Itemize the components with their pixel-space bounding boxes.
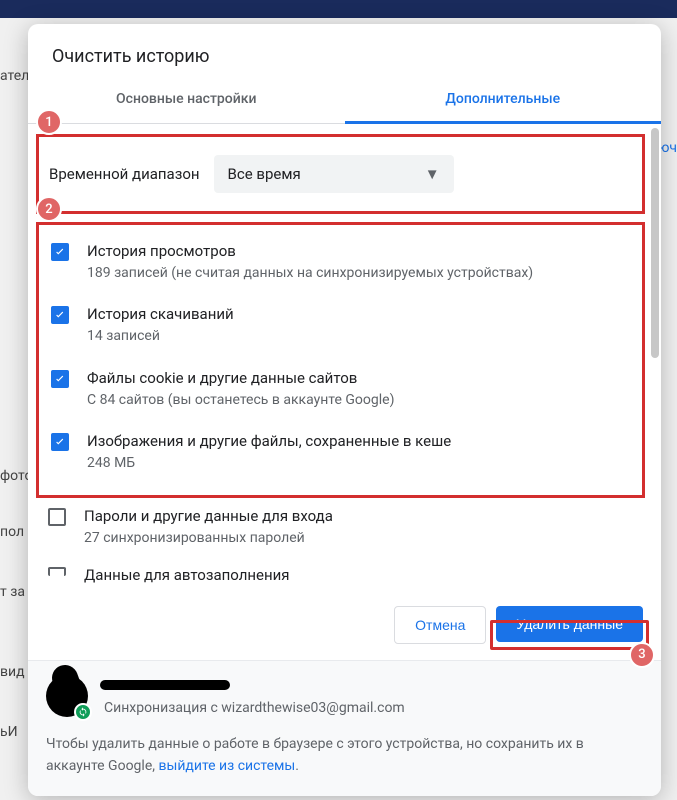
item-title: История скачиваний: [87, 304, 234, 325]
checkbox[interactable]: [51, 370, 69, 388]
window-titlebar: [0, 0, 677, 18]
sign-out-link[interactable]: выйдите из системы: [158, 758, 295, 774]
annotation-badge-3: 3: [629, 642, 655, 668]
time-range-label: Временной диапазон: [49, 165, 200, 183]
item-autofill[interactable]: Данные для автозаполнения: [48, 557, 633, 586]
annotation-badge-1: 1: [36, 109, 62, 135]
checkbox[interactable]: [51, 433, 69, 451]
item-subtitle: 27 синхронизированных паролей: [84, 527, 333, 549]
item-subtitle: 248 МБ: [87, 452, 451, 474]
footer-text: .: [295, 758, 299, 774]
checkbox[interactable]: [51, 243, 69, 261]
dialog-footer: Синхронизация с wizardthewise03@gmail.co…: [28, 660, 661, 796]
chevron-down-icon: ▼: [425, 165, 440, 183]
bg-text: вид: [0, 664, 25, 680]
item-title: Данные для автозаполнения: [84, 565, 290, 586]
bg-text: пол: [0, 524, 24, 540]
footer-text: Чтобы удалить данные о работе в браузере…: [46, 736, 584, 774]
footer-note: Чтобы удалить данные о работе в браузере…: [46, 733, 643, 778]
time-range-row: Временной диапазон Все время ▼: [36, 134, 645, 214]
clear-history-dialog: Очистить историю Основные настройки Допо…: [28, 24, 661, 796]
time-range-select[interactable]: Все время ▼: [214, 155, 454, 193]
profile-sync-line: Синхронизация с wizardthewise03@gmail.co…: [104, 700, 405, 716]
sync-status-icon: [74, 703, 92, 721]
scrollbar[interactable]: [651, 128, 659, 586]
dialog-buttons: Отмена Удалить данные 3: [28, 586, 661, 660]
avatar: [46, 675, 88, 717]
tabs: Основные настройки Дополнительные 1: [28, 79, 661, 124]
checkbox[interactable]: [48, 508, 66, 526]
item-title: Пароли и другие данные для входа: [84, 506, 333, 527]
checked-items-group: История просмотров 189 записей (не счита…: [36, 222, 645, 498]
profile-row: Синхронизация с wizardthewise03@gmail.co…: [46, 675, 643, 717]
bg-text: т за: [0, 584, 25, 600]
item-cookies[interactable]: Файлы cookie и другие данные сайтов С 84…: [51, 358, 630, 421]
bg-text: ьИ: [0, 724, 18, 740]
dialog-title: Очистить историю: [28, 24, 661, 79]
item-title: Изображения и другие файлы, сохраненные …: [87, 431, 451, 452]
item-browsing-history[interactable]: История просмотров 189 записей (не счита…: [51, 231, 630, 294]
tab-basic[interactable]: Основные настройки: [28, 79, 345, 123]
delete-data-button[interactable]: Удалить данные: [496, 606, 643, 642]
cancel-button[interactable]: Отмена: [394, 606, 486, 644]
checkbox-partial[interactable]: [48, 567, 66, 576]
item-subtitle: С 84 сайтов (вы останетесь в аккаунте Go…: [87, 389, 394, 411]
tab-advanced[interactable]: Дополнительные: [345, 79, 662, 124]
item-passwords[interactable]: Пароли и другие данные для входа 27 синх…: [48, 498, 633, 557]
time-range-value: Все время: [228, 165, 301, 183]
annotation-badge-2: 2: [36, 196, 62, 222]
item-subtitle: 189 записей (не считая данных на синхрон…: [87, 262, 533, 284]
item-title: Файлы cookie и другие данные сайтов: [87, 368, 394, 389]
dialog-content: Временной диапазон Все время ▼ 2 История…: [28, 124, 661, 586]
unchecked-items-group: Пароли и другие данные для входа 27 синх…: [28, 498, 653, 586]
item-subtitle: 14 записей: [87, 325, 234, 347]
scrollbar-thumb[interactable]: [651, 128, 659, 358]
item-download-history[interactable]: История скачиваний 14 записей: [51, 294, 630, 357]
item-title: История просмотров: [87, 241, 533, 262]
checkbox[interactable]: [51, 306, 69, 324]
item-cached-images[interactable]: Изображения и другие файлы, сохраненные …: [51, 421, 630, 484]
profile-name-redacted: [104, 676, 405, 694]
